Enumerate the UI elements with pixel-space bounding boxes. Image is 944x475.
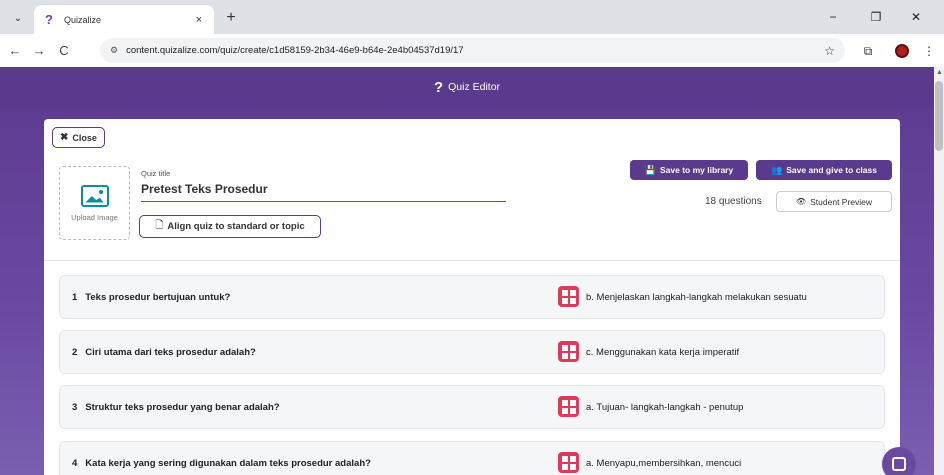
address-bar[interactable]: ⚙ content.quizalize.com/quiz/create/c1d5… [100, 38, 845, 63]
correct-answer: b. Menjelaskan langkah-langkah melakukan… [586, 291, 807, 303]
forward-button[interactable]: → [30, 41, 48, 59]
tab-close-icon[interactable]: × [192, 14, 206, 26]
page-scrollbar[interactable]: ▲ [934, 67, 944, 475]
quiz-details-panel: ✖ Close Upload Image Quiz title Pretest … [44, 119, 900, 261]
window-close-button[interactable]: ✕ [906, 8, 926, 26]
question-row[interactable]: 1 Teks prosedur bertujuan untuk? b. Menj… [59, 275, 885, 319]
editor-header: ? Quiz Editor [0, 67, 934, 107]
tab-title: Quizalize [64, 14, 102, 25]
question-label: Ciri utama dari teks prosedur adalah? [85, 346, 256, 358]
page-title: Quiz Editor [448, 81, 501, 93]
quiz-title-label: Quiz title [141, 169, 171, 178]
quiz-editor-card: ✖ Close Upload Image Quiz title Pretest … [44, 119, 900, 475]
close-icon: ✖ [60, 132, 69, 143]
profile-avatar[interactable] [893, 42, 911, 60]
question-label: Kata kerja yang sering digunakan dalam t… [85, 457, 371, 469]
restore-button[interactable]: ❐ [866, 8, 886, 26]
site-info-icon[interactable]: ⚙ [110, 45, 118, 56]
save-to-library-button[interactable]: 💾 Save to my library [630, 160, 748, 180]
browser-toolbar: ← → C ⚙ content.quizalize.com/quiz/creat… [0, 34, 944, 67]
correct-answer: a. Menyapu,membersihkan, mencuci [586, 457, 742, 469]
page-viewport: ? Quiz Editor ✖ Close Upload Image Quiz … [0, 67, 944, 475]
upload-image-button[interactable]: Upload Image [59, 166, 130, 240]
correct-answer: a. Tujuan- langkah-langkah - penutup [586, 401, 744, 413]
question-row[interactable]: 2 Ciri utama dari teks prosedur adalah? … [59, 330, 885, 374]
question-text: 1 Teks prosedur bertujuan untuk? [72, 276, 230, 318]
new-tab-button[interactable]: + [222, 9, 240, 27]
browser-menu-icon[interactable]: ⋮ [920, 42, 938, 60]
question-number: 2 [72, 346, 78, 358]
upload-image-label: Upload Image [71, 212, 118, 222]
save-library-label: Save to my library [659, 165, 734, 175]
minimize-button[interactable]: − [823, 8, 843, 26]
question-text: 2 Ciri utama dari teks prosedur adalah? [72, 331, 256, 373]
save-class-label: Save and give to class [786, 165, 877, 175]
quizalize-favicon-icon: ? [45, 12, 53, 27]
question-text: 4 Kata kerja yang sering digunakan dalam… [72, 442, 371, 475]
image-icon [80, 184, 109, 207]
question-type-grid-icon [558, 452, 579, 473]
close-button[interactable]: ✖ Close [52, 127, 105, 148]
student-preview-button[interactable]: 👁 Student Preview [776, 191, 892, 212]
align-quiz-button[interactable]: 🗋 Align quiz to standard or topic [139, 215, 321, 238]
eye-icon: 👁 [795, 197, 807, 206]
quiz-title-input[interactable]: Pretest Teks Prosedur [141, 182, 506, 202]
question-number: 3 [72, 401, 78, 413]
url-text[interactable]: content.quizalize.com/quiz/create/c1d581… [126, 45, 824, 56]
scroll-up-arrow-icon[interactable]: ▲ [936, 69, 943, 76]
correct-answer: c. Menggunakan kata kerja imperatif [586, 346, 740, 358]
question-count: 18 questions [705, 196, 762, 207]
question-row[interactable]: 3 Struktur teks prosedur yang benar adal… [59, 385, 885, 429]
question-text: 3 Struktur teks prosedur yang benar adal… [72, 386, 280, 428]
student-preview-label: Student Preview [810, 196, 873, 207]
quizalize-logo-icon: ? [433, 78, 444, 96]
question-type-grid-icon [558, 396, 579, 417]
class-users-icon: 👥 [771, 164, 783, 175]
close-label: Close [72, 132, 97, 143]
save-icon: 💾 [644, 164, 656, 175]
scrollbar-thumb[interactable] [935, 81, 943, 151]
reload-button[interactable]: C [55, 41, 73, 59]
extensions-icon[interactable]: ⧉ [859, 42, 877, 60]
question-type-grid-icon [558, 286, 579, 307]
browser-tab[interactable]: ? Quizalize × [34, 5, 214, 34]
avatar [895, 44, 909, 58]
tab-search-button[interactable]: ⌄ [8, 8, 28, 28]
question-number: 4 [72, 457, 78, 469]
chat-support-button[interactable] [882, 447, 916, 475]
question-number: 1 [72, 291, 78, 303]
question-row[interactable]: 4 Kata kerja yang sering digunakan dalam… [59, 441, 885, 475]
save-and-give-button[interactable]: 👥 Save and give to class [756, 160, 892, 180]
align-quiz-label: Align quiz to standard or topic [167, 221, 305, 232]
question-label: Teks prosedur bertujuan untuk? [85, 291, 231, 303]
bookmark-star-icon[interactable]: ☆ [824, 44, 835, 58]
question-type-grid-icon [558, 341, 579, 362]
document-icon: 🗋 [155, 220, 164, 231]
browser-tab-strip: ⌄ ? Quizalize × + − ❐ ✕ [0, 0, 944, 34]
chat-icon [892, 457, 906, 471]
question-label: Struktur teks prosedur yang benar adalah… [85, 401, 280, 413]
back-button[interactable]: ← [6, 41, 24, 59]
